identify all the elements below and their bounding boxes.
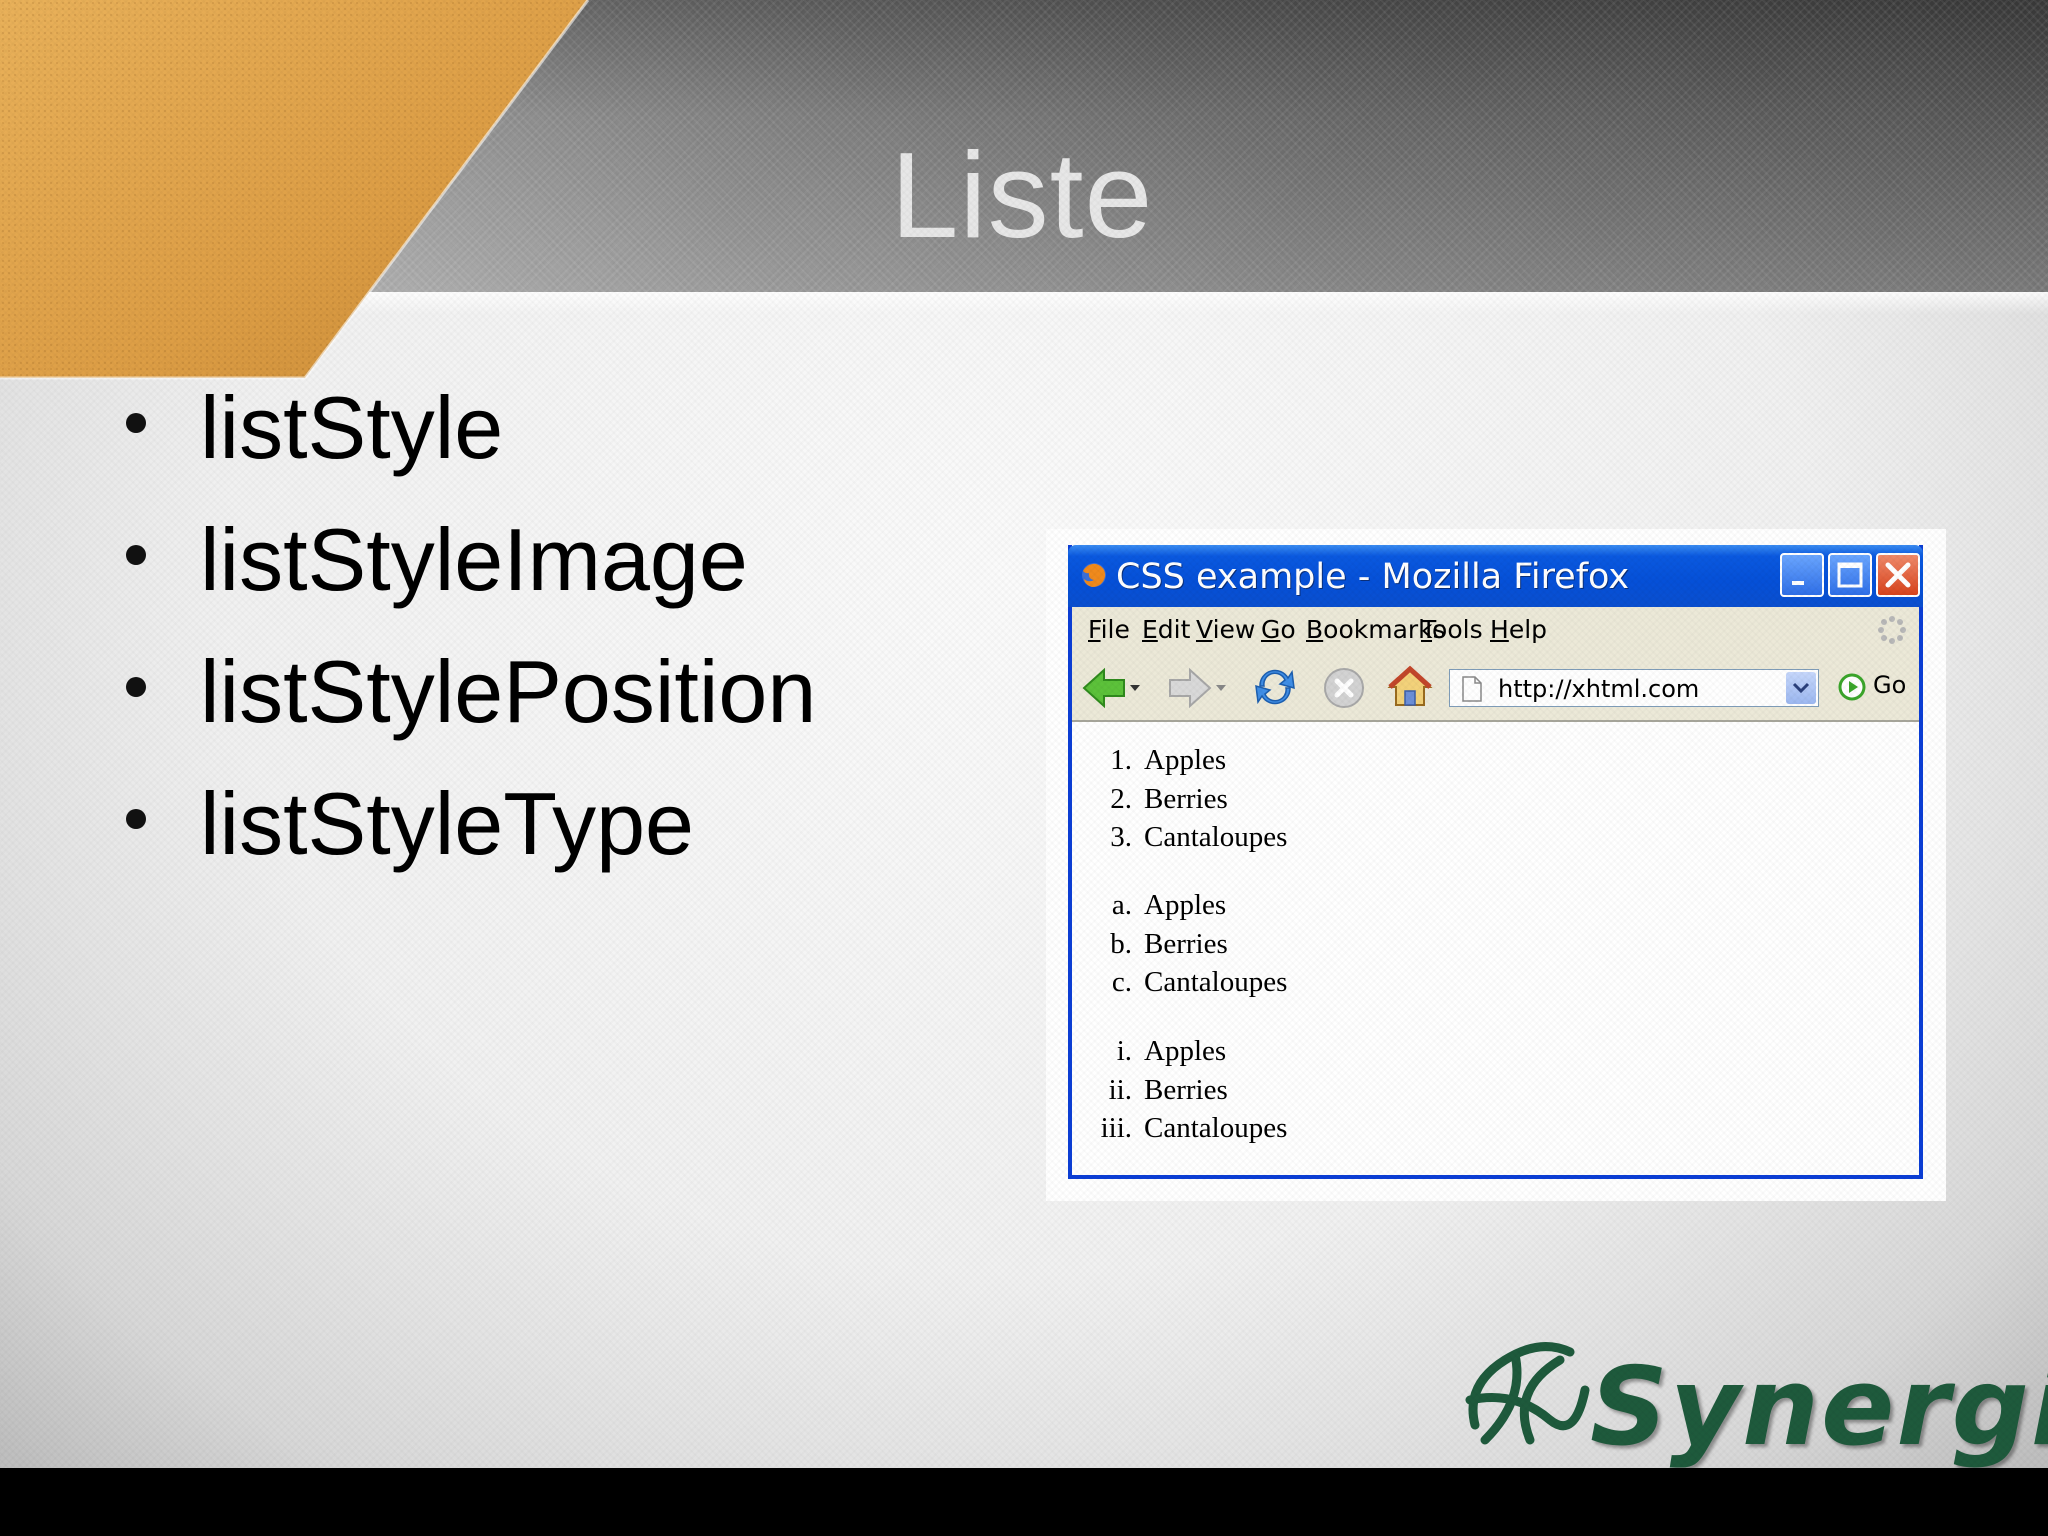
- bullet-text: listStylePosition: [200, 642, 817, 741]
- list-marker: 3.: [1110, 821, 1132, 853]
- bullet-text: listStyleType: [200, 774, 694, 873]
- bullet-icon: [126, 545, 146, 565]
- menu-file[interactable]: File: [1088, 615, 1130, 644]
- menu-tools[interactable]: Tools: [1421, 615, 1483, 644]
- back-dropdown-icon[interactable]: [1129, 683, 1141, 693]
- maximize-icon: [1837, 562, 1863, 588]
- bullet-text: listStyleImage: [200, 510, 748, 609]
- address-bar[interactable]: http://xhtml.com: [1449, 669, 1819, 707]
- list-item-text: Cantaloupes: [1144, 1112, 1288, 1144]
- url-dropdown-button[interactable]: [1786, 672, 1816, 704]
- list-marker: i.: [1116, 1035, 1132, 1067]
- list-marker: 1.: [1110, 744, 1132, 776]
- slide: Liste listStyle listStyleImage listStyle…: [0, 0, 2048, 1468]
- navigation-toolbar: http://xhtml.com Go: [1072, 653, 1919, 722]
- bullet-icon: [126, 413, 146, 433]
- minimize-icon: [1792, 581, 1804, 585]
- stop-icon[interactable]: [1322, 666, 1366, 710]
- browser-window: CSS example - Mozilla Firefox File Edit …: [1068, 545, 1923, 1179]
- list-item-text: Cantaloupes: [1144, 966, 1288, 998]
- bullet-item: listStyleImage: [120, 507, 816, 639]
- bullet-item: listStyleType: [120, 771, 816, 903]
- list-item-text: Apples: [1144, 744, 1227, 776]
- list-item-text: Berries: [1144, 1073, 1228, 1106]
- synergia-logo-text: Synergia: [1590, 1345, 2048, 1468]
- list-marker: c.: [1111, 966, 1132, 998]
- bullet-list: listStyle listStyleImage listStylePositi…: [120, 375, 816, 903]
- list-marker: a.: [1111, 889, 1132, 921]
- bullet-icon: [126, 677, 146, 697]
- slide-footer: [0, 1468, 2048, 1536]
- go-button-label[interactable]: Go: [1873, 671, 1906, 699]
- menu-view[interactable]: View: [1196, 615, 1255, 644]
- menu-bar: File Edit View Go Bookmarks Tools Help: [1072, 607, 1919, 654]
- bullet-text: listStyle: [200, 378, 504, 477]
- menu-edit[interactable]: Edit: [1142, 615, 1190, 644]
- list-marker: b.: [1110, 927, 1132, 960]
- list-item-text: Apples: [1144, 889, 1227, 921]
- list-item-text: Berries: [1144, 927, 1228, 960]
- list-item-text: Berries: [1144, 782, 1228, 815]
- menu-help[interactable]: Help: [1490, 615, 1547, 644]
- throbber-icon: [1878, 616, 1906, 644]
- home-icon[interactable]: [1386, 663, 1434, 711]
- reload-icon[interactable]: [1252, 664, 1298, 710]
- bullet-item: listStyle: [120, 375, 816, 507]
- back-arrow-icon[interactable]: [1082, 667, 1126, 709]
- page-icon: [1462, 676, 1482, 702]
- forward-arrow-icon[interactable]: [1168, 667, 1212, 709]
- bullet-icon: [126, 809, 146, 829]
- url-text: http://xhtml.com: [1498, 675, 1700, 703]
- go-icon[interactable]: [1837, 672, 1867, 702]
- forward-dropdown-icon[interactable]: [1215, 683, 1227, 693]
- slide-title: Liste: [890, 127, 1154, 263]
- list-marker: 2.: [1110, 782, 1132, 815]
- list-marker: iii.: [1100, 1112, 1132, 1144]
- window-titlebar[interactable]: CSS example - Mozilla Firefox: [1068, 545, 1923, 607]
- list-item-text: Apples: [1144, 1035, 1227, 1067]
- dropdown-arrow-icon: [1792, 682, 1810, 694]
- close-icon: [1885, 562, 1911, 588]
- synergia-logo-icon: [1465, 1342, 1590, 1445]
- firefox-icon: [1082, 563, 1106, 587]
- maximize-button[interactable]: [1828, 553, 1872, 597]
- list-marker: ii.: [1108, 1073, 1132, 1106]
- close-button[interactable]: [1876, 553, 1920, 597]
- window-title: CSS example - Mozilla Firefox: [1116, 557, 1630, 597]
- minimize-button[interactable]: [1780, 553, 1824, 597]
- menu-go[interactable]: Go: [1261, 615, 1296, 644]
- bullet-item: listStylePosition: [120, 639, 816, 771]
- list-item-text: Cantaloupes: [1144, 821, 1288, 853]
